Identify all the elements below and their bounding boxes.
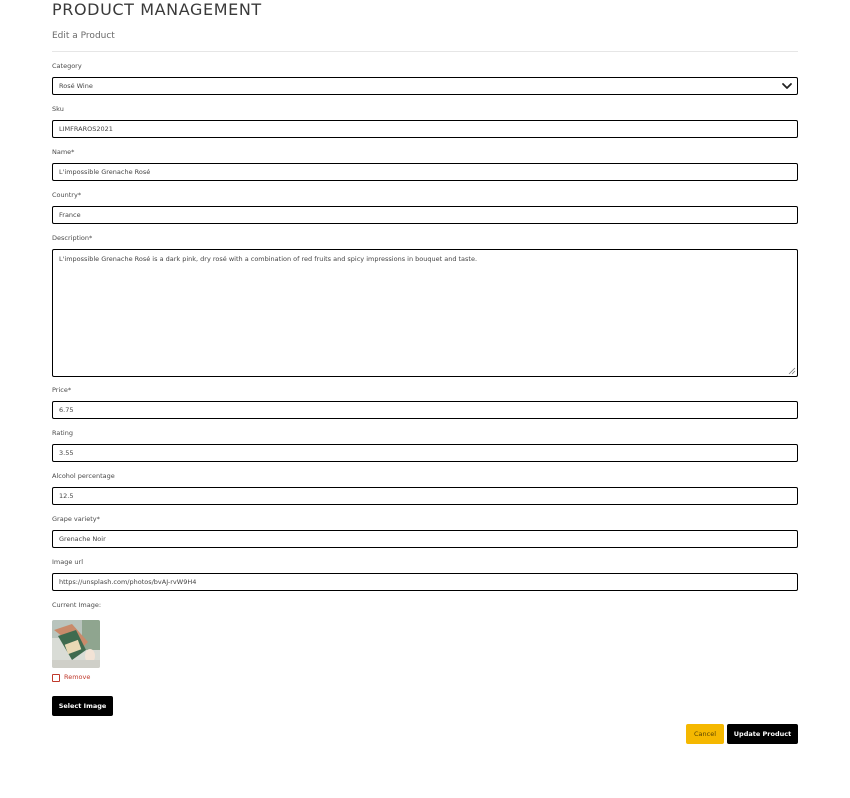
cancel-button[interactable]: Cancel	[686, 724, 724, 744]
description-textarea[interactable]: L'impossible Grenache Rosé is a dark pin…	[52, 249, 798, 377]
category-select-value: Rosé Wine	[59, 82, 93, 90]
price-input[interactable]: 6.75	[52, 401, 798, 419]
image-url-label: Image url	[52, 558, 84, 566]
chevron-down-icon	[782, 83, 792, 89]
sku-label: Sku	[52, 105, 64, 113]
resize-grip-icon[interactable]	[788, 367, 796, 375]
grape-input[interactable]: Grenache Noir	[52, 530, 798, 548]
name-input[interactable]: L'impossible Grenache Rosé	[52, 163, 798, 181]
page-title: PRODUCT MANAGEMENT	[52, 0, 262, 19]
description-label: Description*	[52, 234, 93, 242]
current-image-thumbnail	[52, 620, 100, 668]
grape-label: Grape variety*	[52, 515, 100, 523]
page-subtitle: Edit a Product	[52, 31, 115, 41]
alcohol-input[interactable]: 12.5	[52, 487, 798, 505]
remove-image-label: Remove	[64, 673, 91, 681]
country-input[interactable]: France	[52, 206, 798, 224]
rating-label: Rating	[52, 429, 73, 437]
price-label: Price*	[52, 386, 72, 394]
description-text: L'impossible Grenache Rosé is a dark pin…	[59, 255, 478, 263]
name-label: Name*	[52, 148, 75, 156]
rating-input[interactable]: 3.55	[52, 444, 798, 462]
alcohol-label: Alcohol percentage	[52, 472, 115, 480]
current-image-label: Current Image:	[52, 601, 102, 609]
sku-input[interactable]: LIMFRAROS2021	[52, 120, 798, 138]
category-label: Category	[52, 62, 82, 70]
remove-image-checkbox[interactable]	[52, 674, 60, 682]
divider	[52, 51, 798, 52]
image-url-input[interactable]: https://unsplash.com/photos/bvAJ-rvW9H4	[52, 573, 798, 591]
update-product-button[interactable]: Update Product	[727, 724, 798, 744]
country-label: Country*	[52, 191, 82, 199]
category-select[interactable]: Rosé Wine	[52, 77, 798, 95]
select-image-button[interactable]: Select Image	[52, 696, 113, 716]
